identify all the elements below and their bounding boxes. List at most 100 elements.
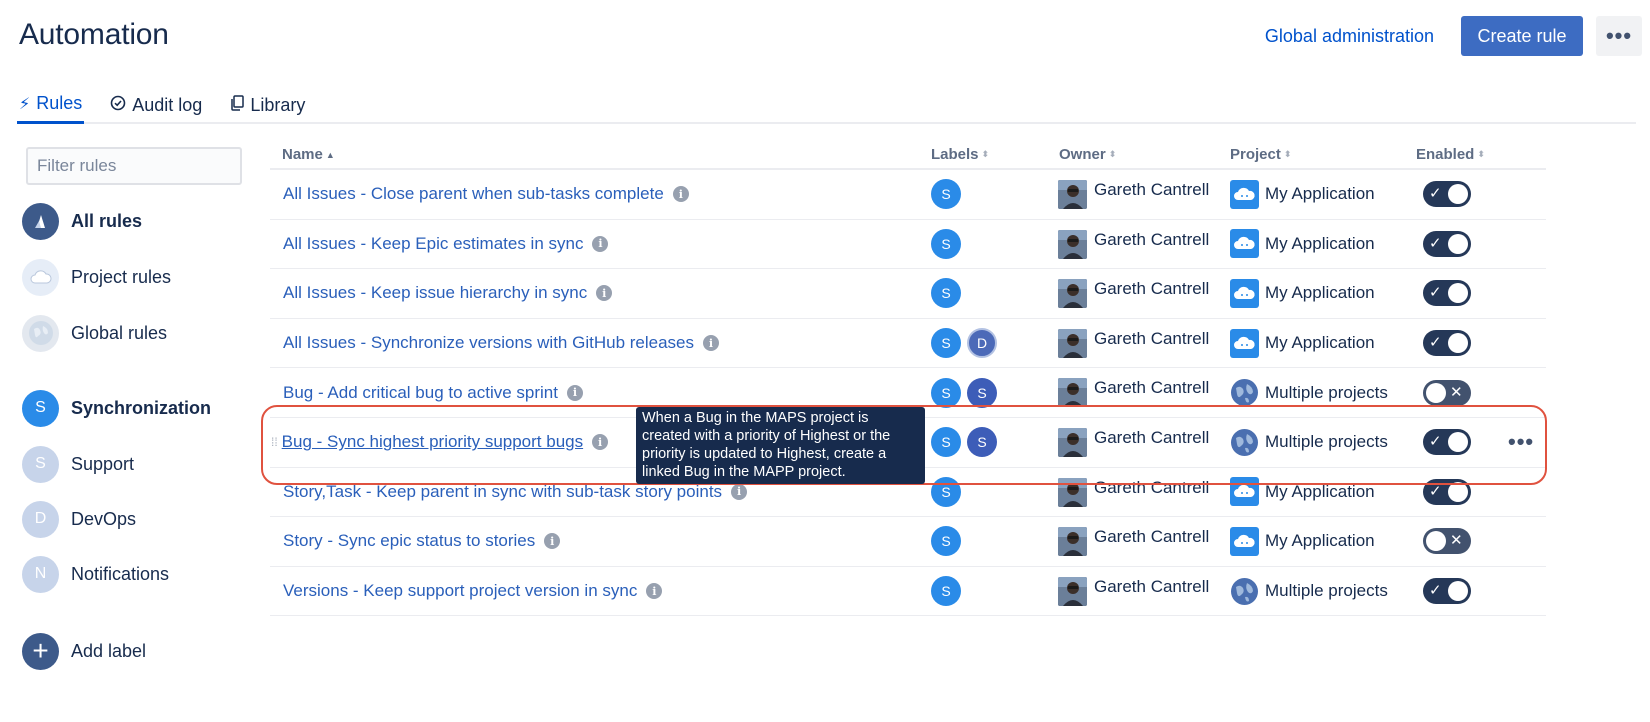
enabled-toggle[interactable]: ✓	[1423, 280, 1471, 307]
enabled-toggle[interactable]: ✓	[1423, 578, 1471, 605]
rule-name-link[interactable]: Story - Sync epic status to stories	[283, 531, 535, 551]
sort-icon: ⬍	[1283, 149, 1292, 159]
project-name: Multiple projects	[1265, 432, 1388, 452]
owner-cell: Gareth Cantrell	[1058, 517, 1209, 566]
tab-library[interactable]: Library	[228, 88, 307, 122]
enabled-toggle[interactable]: ✓	[1423, 478, 1471, 505]
label-badge[interactable]: S	[931, 179, 961, 210]
toggle-knob	[1448, 481, 1468, 502]
rule-name-link[interactable]: All Issues - Synchronize versions with G…	[283, 333, 694, 353]
enabled-toggle[interactable]: ✕	[1423, 379, 1471, 406]
filter-rules-input[interactable]	[26, 147, 242, 185]
owner-cell: Gareth Cantrell	[1058, 567, 1209, 616]
sidebar-item-global-rules[interactable]: Global rules	[22, 314, 167, 352]
column-header-project[interactable]: Project ⬍	[1230, 146, 1291, 163]
cloud-icon	[1230, 179, 1259, 209]
project-name: My Application	[1265, 333, 1375, 353]
rule-name-link[interactable]: Versions - Keep support project version …	[283, 581, 637, 601]
column-header-owner[interactable]: Owner ⬍	[1059, 146, 1116, 163]
label-badge[interactable]: S	[967, 427, 997, 458]
enabled-cell: ✓	[1423, 220, 1471, 269]
avatar[interactable]	[1058, 378, 1087, 408]
label-badge[interactable]: S	[931, 328, 961, 359]
label-badge[interactable]: S	[931, 576, 961, 607]
avatar[interactable]	[1058, 180, 1087, 209]
more-actions-button[interactable]: •••	[1596, 16, 1642, 56]
toggle-knob	[1448, 581, 1468, 602]
avatar[interactable]	[1058, 279, 1087, 309]
project-cell: My Application	[1230, 517, 1375, 566]
sidebar-item-all-rules[interactable]: All rules	[22, 202, 142, 240]
info-icon[interactable]: i	[596, 285, 613, 302]
avatar[interactable]	[1058, 576, 1087, 606]
avatar[interactable]	[1058, 427, 1087, 457]
owner-cell: Gareth Cantrell	[1058, 170, 1209, 219]
rule-name-link[interactable]: Bug - Sync highest priority support bugs	[282, 432, 583, 452]
label-badge[interactable]: S	[931, 476, 961, 507]
rule-description-tooltip: When a Bug in the MAPS project is create…	[636, 407, 925, 484]
rule-name-link[interactable]: All Issues - Keep Epic estimates in sync	[283, 234, 583, 254]
info-icon[interactable]: i	[646, 583, 663, 600]
avatar[interactable]	[1058, 328, 1087, 358]
info-icon[interactable]: i	[703, 335, 719, 352]
label-avatar: N	[22, 555, 59, 593]
label-badge[interactable]: S	[931, 427, 961, 458]
sidebar-item-synchronization[interactable]: S Synchronization	[22, 389, 211, 427]
label-badge[interactable]: D	[967, 328, 997, 359]
create-rule-button[interactable]: Create rule	[1461, 16, 1583, 56]
label-badge[interactable]: S	[931, 377, 961, 408]
row-more-icon[interactable]: •••	[1508, 429, 1534, 455]
owner-cell: Gareth Cantrell	[1058, 468, 1209, 517]
table-row[interactable]: Versions - Keep support project version …	[270, 567, 1546, 617]
table-row[interactable]: All Issues - Close parent when sub-tasks…	[270, 170, 1546, 220]
tab-rules[interactable]: ⚡ Rules	[17, 88, 85, 124]
table-row[interactable]: All Issues - Synchronize versions with G…	[270, 319, 1546, 369]
enabled-toggle[interactable]: ✓	[1423, 181, 1471, 208]
tab-label: Rules	[36, 93, 83, 113]
column-header-name[interactable]: Name ▲	[282, 146, 335, 163]
info-icon[interactable]: i	[592, 434, 609, 451]
cloud-icon	[22, 258, 59, 296]
drag-handle-icon[interactable]: ⁞⁞	[271, 435, 278, 449]
rule-name-link[interactable]: Story,Task - Keep parent in sync with su…	[283, 482, 722, 502]
avatar[interactable]	[1058, 477, 1087, 507]
enabled-toggle[interactable]: ✓	[1423, 429, 1471, 456]
check-icon: ✓	[1429, 482, 1442, 500]
enabled-cell: ✓	[1423, 269, 1471, 318]
column-header-enabled[interactable]: Enabled ⬍	[1416, 146, 1485, 163]
label-badge[interactable]: S	[931, 228, 961, 259]
table-row[interactable]: Story - Sync epic status to stories i S Gar…	[270, 517, 1546, 567]
tab-audit-log[interactable]: Audit log	[108, 88, 204, 122]
enabled-toggle[interactable]: ✓	[1423, 330, 1471, 357]
sidebar-item-project-rules[interactable]: Project rules	[22, 258, 171, 296]
rule-name-link[interactable]: Bug - Add critical bug to active sprint	[283, 383, 558, 403]
rule-name-link[interactable]: All Issues - Close parent when sub-tasks…	[283, 184, 664, 204]
check-icon: ✓	[1429, 185, 1442, 203]
project-name: Multiple projects	[1265, 382, 1388, 402]
owner-cell: Gareth Cantrell	[1058, 319, 1209, 368]
avatar[interactable]	[1058, 527, 1087, 557]
sidebar-item-notifications[interactable]: N Notifications	[22, 555, 169, 593]
add-label-button[interactable]: + Add label	[22, 632, 146, 670]
label-badge[interactable]: S	[931, 526, 961, 557]
sidebar-item-devops[interactable]: D DevOps	[22, 500, 136, 538]
column-label: Name	[282, 146, 323, 163]
table-row[interactable]: All Issues - Keep Epic estimates in sync…	[270, 220, 1546, 270]
sidebar-item-support[interactable]: S Support	[22, 445, 134, 483]
enabled-toggle[interactable]: ✕	[1423, 528, 1471, 555]
info-icon[interactable]: i	[731, 483, 748, 500]
rule-name-link[interactable]: All Issues - Keep issue hierarchy in syn…	[283, 283, 587, 303]
avatar[interactable]	[1058, 229, 1087, 259]
column-header-labels[interactable]: Labels ⬍	[931, 146, 989, 163]
label-badge[interactable]: S	[967, 377, 997, 408]
enabled-toggle[interactable]: ✓	[1423, 230, 1471, 257]
info-icon[interactable]: i	[672, 186, 689, 203]
project-cell: My Application	[1230, 319, 1375, 368]
table-row[interactable]: All Issues - Keep issue hierarchy in syn…	[270, 269, 1546, 319]
check-circle-icon	[110, 95, 126, 116]
label-badge[interactable]: S	[931, 278, 961, 309]
global-administration-link[interactable]: Global administration	[1265, 26, 1434, 47]
info-icon[interactable]: i	[566, 384, 583, 401]
info-icon[interactable]: i	[544, 533, 561, 550]
info-icon[interactable]: i	[592, 235, 609, 252]
